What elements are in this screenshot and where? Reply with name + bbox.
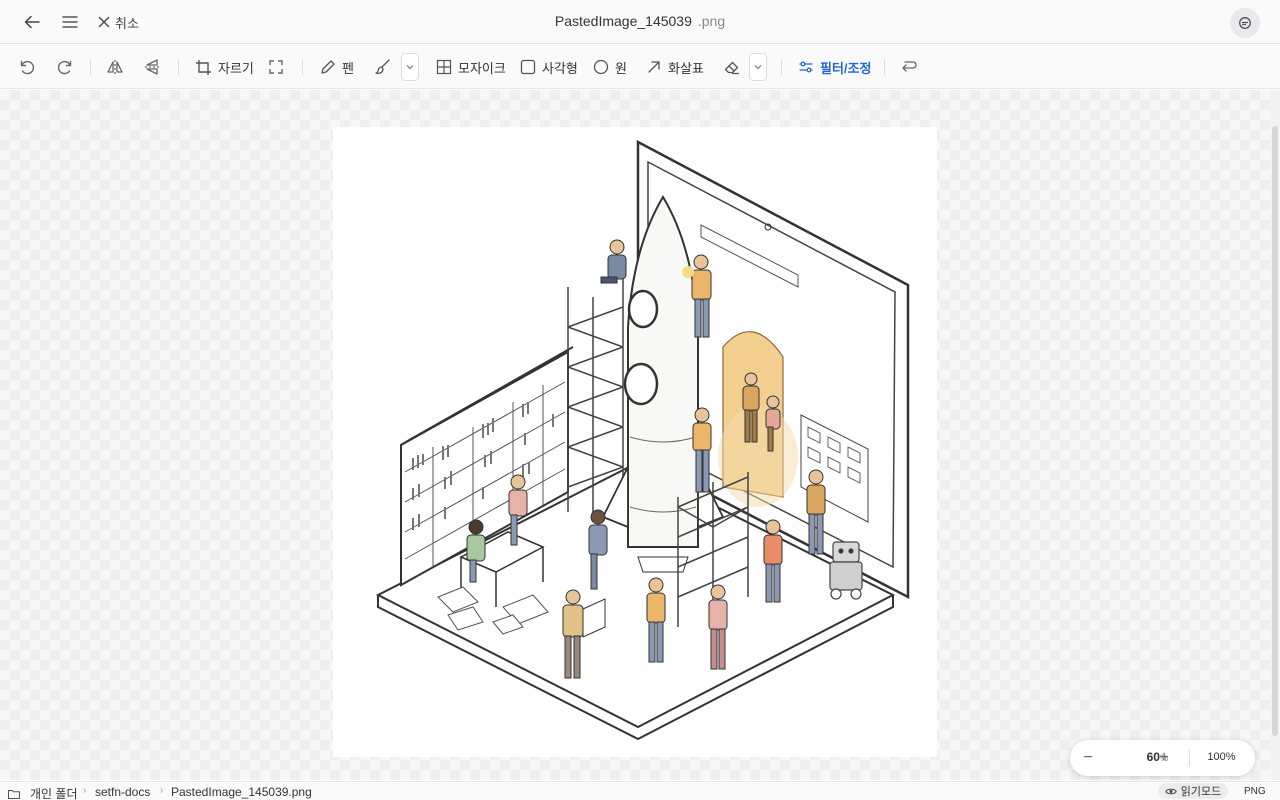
toolbar-divider <box>90 59 91 75</box>
arrow-icon <box>648 61 660 73</box>
title-bar: 취소 PastedImage_145039 .png <box>0 0 1280 44</box>
breadcrumb-chevron-icon: › <box>83 785 87 796</box>
breadcrumb-current-file[interactable]: PastedImage_145039.png <box>171 785 312 799</box>
zoom-in-button[interactable]: + <box>1154 748 1174 768</box>
brush-icon <box>375 59 390 75</box>
undo-icon <box>20 60 35 75</box>
eraser-button[interactable] <box>723 53 741 81</box>
crop-icon <box>196 59 211 75</box>
mosaic-icon <box>436 59 452 75</box>
zoom-actual-size-button[interactable]: 100% <box>1199 751 1244 763</box>
breadcrumb-label: setfn-docs <box>95 785 151 799</box>
breadcrumb-chevron-icon: › <box>160 785 164 796</box>
fullscreen-icon <box>269 60 283 74</box>
return-button[interactable] <box>900 53 918 81</box>
brush-button[interactable] <box>374 53 392 81</box>
eye-icon <box>1164 788 1177 794</box>
redo-button[interactable] <box>56 53 74 81</box>
eraser-options-dropdown[interactable] <box>749 53 767 81</box>
read-mode-button[interactable]: 읽기모드 <box>1158 783 1228 799</box>
pen-icon <box>321 59 335 74</box>
read-mode-label: 읽기모드 <box>1180 786 1222 798</box>
circle-label: 원 <box>615 60 627 76</box>
editor-toolbar: 자르기 펜 모자이크 사각형 원 화살표 필터/조정 <box>0 45 1280 89</box>
brush-options-dropdown[interactable] <box>401 53 419 81</box>
zoom-divider <box>1189 750 1190 766</box>
chat-icon <box>1239 17 1251 29</box>
flip-horizontal-button[interactable] <box>106 53 124 81</box>
undo-button[interactable] <box>18 53 36 81</box>
filter-adjust-button[interactable]: 필터/조정 <box>798 53 871 81</box>
fullscreen-button[interactable] <box>268 53 284 81</box>
toolbar-divider <box>302 59 303 75</box>
document-filename: PastedImage_145039 <box>554 13 692 29</box>
zoom-out-button[interactable]: − <box>1078 748 1098 768</box>
arrow-button[interactable]: 화살표 <box>646 53 704 81</box>
pen-label: 펜 <box>342 60 354 76</box>
circle-icon <box>593 59 609 75</box>
rectangle-label: 사각형 <box>542 60 578 76</box>
breadcrumb-personal-folder[interactable]: 개인 폴더 <box>8 785 78 800</box>
sliders-icon <box>799 61 813 73</box>
breadcrumb-label: 개인 폴더 <box>30 787 78 800</box>
breadcrumb-setfn-docs[interactable]: setfn-docs <box>95 785 150 799</box>
flip-horizontal-icon <box>107 60 123 74</box>
redo-icon <box>57 60 72 75</box>
flip-vertical-button[interactable] <box>143 53 161 81</box>
zoom-control: − 60% + 100% <box>1070 740 1255 776</box>
chat-button[interactable] <box>1230 8 1260 38</box>
toolbar-divider <box>781 59 782 75</box>
square-icon <box>520 59 536 75</box>
pen-button[interactable]: 펜 <box>319 53 354 81</box>
rocket-workshop-illustration <box>375 139 910 741</box>
eraser-icon <box>724 61 739 75</box>
mosaic-button[interactable]: 모자이크 <box>436 53 506 81</box>
crop-label: 자르기 <box>218 60 254 76</box>
document-title: PastedImage_145039 .png <box>0 13 1280 29</box>
toolbar-divider <box>884 59 885 75</box>
scrollbar-thumb[interactable] <box>1272 126 1278 736</box>
circle-button[interactable]: 원 <box>593 53 627 81</box>
mosaic-label: 모자이크 <box>458 60 506 76</box>
toolbar-divider <box>178 59 179 75</box>
crop-button[interactable]: 자르기 <box>195 53 254 81</box>
status-bar: 개인 폴더 › setfn-docs › PastedImage_145039.… <box>0 781 1280 800</box>
chevron-down-icon <box>754 65 762 70</box>
filter-adjust-label: 필터/조정 <box>820 60 872 76</box>
document-extension: .png <box>697 13 726 29</box>
breadcrumb-label: PastedImage_145039.png <box>171 785 312 799</box>
chevron-down-icon <box>406 65 414 70</box>
folder-icon <box>8 789 20 799</box>
arrow-label: 화살표 <box>668 60 704 76</box>
flip-vertical-icon <box>145 59 159 75</box>
edited-image[interactable] <box>333 127 937 757</box>
file-format-label: PNG <box>1244 786 1266 797</box>
rectangle-button[interactable]: 사각형 <box>520 53 578 81</box>
vertical-scrollbar[interactable] <box>1270 90 1280 780</box>
return-icon <box>902 61 917 72</box>
